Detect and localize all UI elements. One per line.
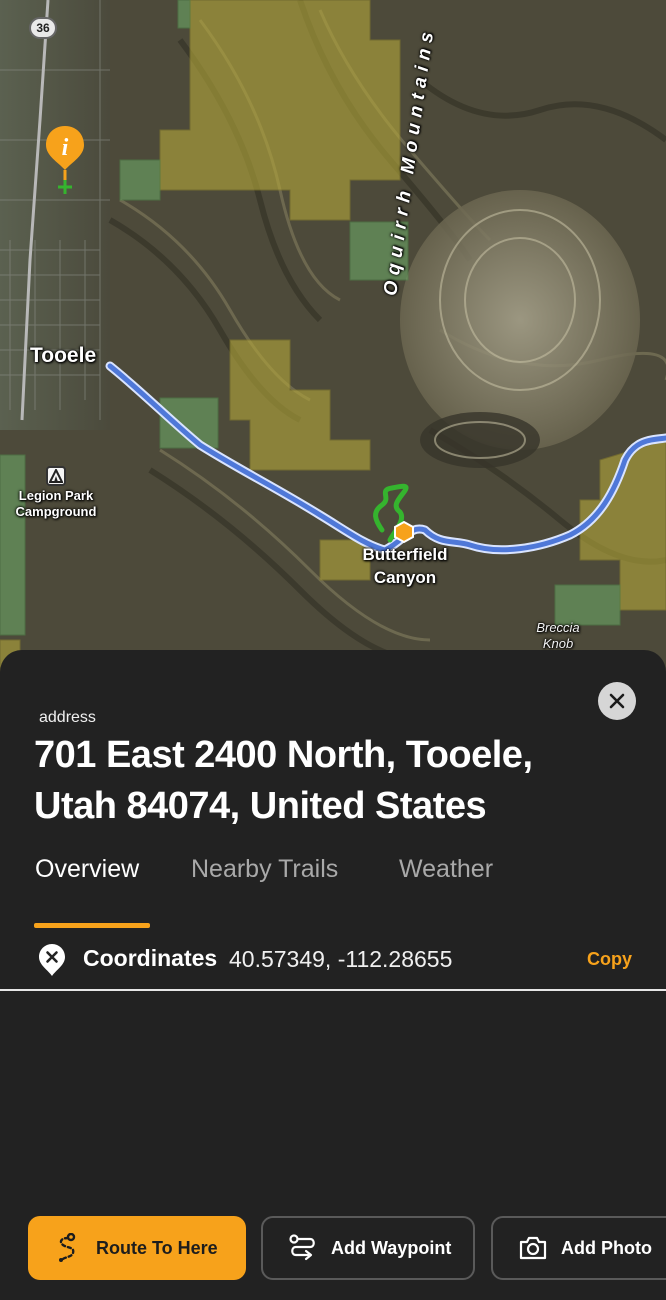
- map-terrain: [0, 0, 666, 690]
- map-label-tooele[interactable]: Tooele: [30, 344, 96, 368]
- tab-nearby-trails[interactable]: Nearby Trails: [191, 855, 338, 895]
- address-title: 701 East 2400 North, Tooele, Utah 84074,…: [34, 730, 634, 832]
- add-photo-button[interactable]: Add Photo: [491, 1216, 666, 1280]
- info-pin-icon[interactable]: i: [44, 124, 86, 201]
- add-waypoint-button[interactable]: Add Waypoint: [261, 1216, 475, 1280]
- route-to-here-label: Route To Here: [96, 1237, 218, 1258]
- address-line-2: Utah 84074, United States: [34, 785, 487, 827]
- coordinates-label: Coordinates: [83, 945, 218, 971]
- svg-text:i: i: [62, 135, 69, 161]
- address-line-1: 701 East 2400 North, Tooele,: [34, 734, 533, 776]
- route-icon: [52, 1232, 84, 1264]
- copy-coordinates-button[interactable]: Copy: [587, 949, 632, 970]
- butterfield-line-1: Butterfield: [362, 545, 448, 564]
- action-bar: Route To Here Add Waypoint Add Photo: [0, 1216, 666, 1282]
- waypoint-icon: [287, 1232, 319, 1264]
- tab-overview[interactable]: Overview: [35, 855, 139, 895]
- breccia-line-1: Breccia: [536, 620, 580, 635]
- map-label-legion-park[interactable]: Legion Park Campground: [6, 488, 106, 520]
- divider: [0, 989, 666, 991]
- map-view[interactable]: 36 i Tooele Oquirrh Mountains Legion Par…: [0, 0, 666, 690]
- map-label-butterfield-canyon[interactable]: Butterfield Canyon: [352, 543, 458, 589]
- active-tab-indicator: [34, 923, 150, 928]
- add-photo-label: Add Photo: [561, 1237, 652, 1258]
- add-waypoint-label: Add Waypoint: [331, 1237, 452, 1258]
- place-type-label: address: [39, 709, 96, 726]
- butterfield-line-2: Canyon: [373, 568, 437, 587]
- road-shield-36: 36: [29, 17, 57, 39]
- camera-icon: [517, 1232, 549, 1264]
- map-label-breccia-knob: Breccia Knob: [520, 620, 596, 652]
- coordinates-row: Coordinates 40.57349, -112.28655 Copy: [0, 932, 666, 990]
- close-icon: [609, 693, 625, 709]
- campground-icon[interactable]: [46, 466, 66, 486]
- tab-bar: Overview Nearby Trails Weather: [0, 855, 666, 929]
- close-button[interactable]: [598, 682, 636, 720]
- legion-line-2: Campground: [15, 504, 97, 519]
- tab-weather[interactable]: Weather: [399, 855, 493, 895]
- legion-line-1: Legion Park: [18, 488, 94, 503]
- location-pin-x-icon: [38, 943, 66, 982]
- route-to-here-button[interactable]: Route To Here: [28, 1216, 246, 1280]
- coordinates-value: 40.57349, -112.28655: [229, 946, 453, 972]
